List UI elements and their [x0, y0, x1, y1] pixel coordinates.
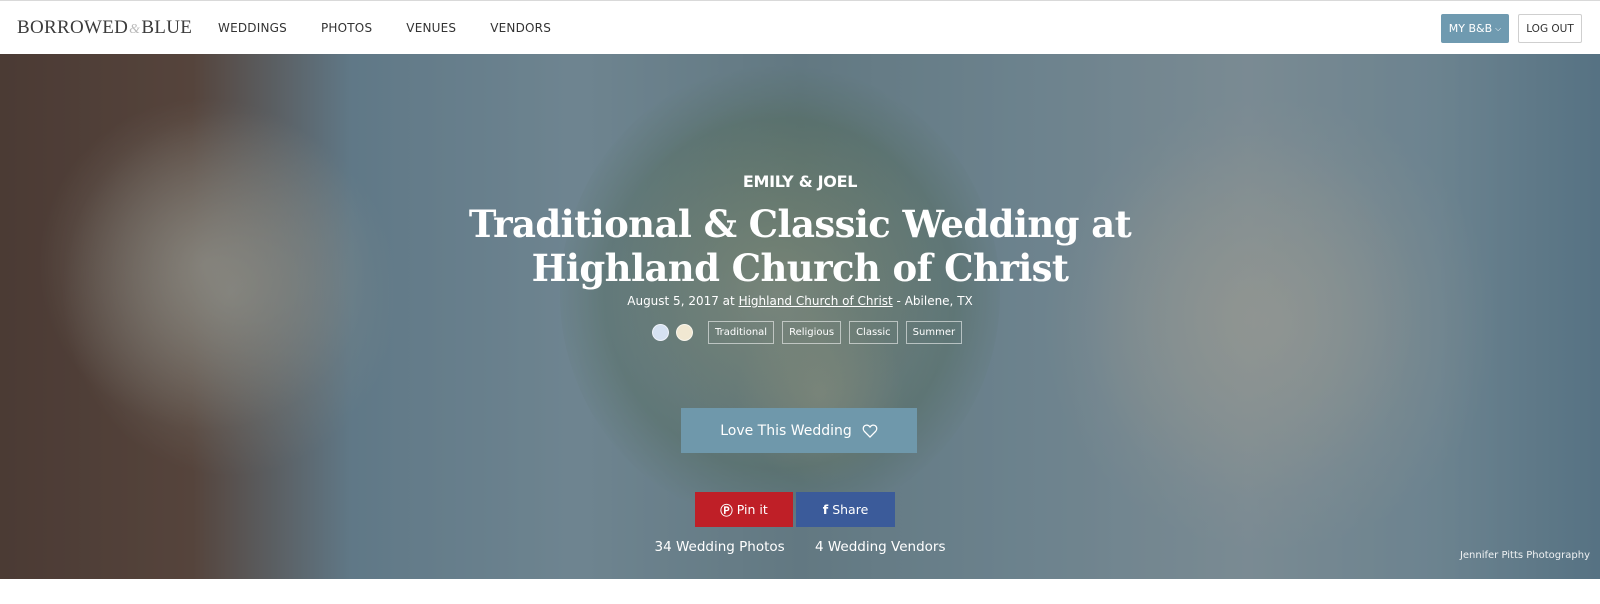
wedding-date: August 5, 2017 at	[627, 294, 735, 308]
my-bb-dropdown-button[interactable]: MY B&B ⌵	[1441, 14, 1509, 43]
color-swatch-2[interactable]	[676, 324, 693, 341]
venue-link[interactable]: Highland Church of Christ	[739, 294, 893, 308]
photos-count-link[interactable]: 34 Wedding Photos	[655, 539, 785, 555]
heart-icon	[862, 423, 878, 438]
wedding-title: Traditional & Classic Wedding at Highlan…	[468, 202, 1132, 290]
facebook-share-button[interactable]: f Share	[796, 492, 895, 527]
my-bb-label: MY B&B	[1448, 22, 1493, 35]
tag-religious[interactable]: Religious	[782, 321, 842, 344]
photo-credit[interactable]: Jennifer Pitts Photography	[1460, 550, 1590, 561]
logo-text-left: BORROWED	[17, 17, 129, 38]
pin-it-button[interactable]: Ⓟ Pin it	[695, 492, 793, 527]
logout-button[interactable]: LOG OUT	[1518, 14, 1582, 43]
tag-classic[interactable]: Classic	[849, 321, 898, 344]
nav-photos[interactable]: PHOTOS	[321, 21, 372, 35]
main-nav: WEDDINGS PHOTOS VENUES VENDORS	[218, 21, 585, 35]
share-label: Share	[832, 502, 869, 517]
wedding-meta: August 5, 2017 at Highland Church of Chr…	[0, 294, 1600, 308]
site-logo[interactable]: BORROWED&BLUE	[17, 17, 192, 39]
tag-traditional[interactable]: Traditional	[708, 321, 775, 344]
love-wedding-label: Love This Wedding	[720, 422, 852, 439]
pin-it-label: Pin it	[736, 502, 768, 517]
tag-summer[interactable]: Summer	[905, 321, 963, 344]
vendors-count-link[interactable]: 4 Wedding Vendors	[815, 539, 946, 555]
nav-weddings[interactable]: WEDDINGS	[218, 21, 287, 35]
site-header: BORROWED&BLUE WEDDINGS PHOTOS VENUES VEN…	[0, 1, 1600, 54]
pinterest-icon: Ⓟ	[720, 503, 733, 518]
logo-text-right: BLUE	[141, 17, 193, 38]
chevron-down-icon: ⌵	[1495, 23, 1502, 33]
nav-vendors[interactable]: VENDORS	[490, 21, 551, 35]
hero-banner: EMILY & JOEL Traditional & Classic Weddi…	[0, 54, 1600, 579]
love-wedding-button[interactable]: Love This Wedding	[681, 408, 917, 453]
wedding-location: - Abilene, TX	[892, 294, 973, 308]
color-swatch-1[interactable]	[652, 324, 669, 341]
facebook-icon: f	[822, 502, 829, 517]
couple-names: EMILY & JOEL	[742, 172, 858, 191]
nav-venues[interactable]: VENUES	[406, 21, 456, 35]
wedding-counts: 34 Wedding Photos 4 Wedding Vendors	[0, 539, 1600, 555]
hero-content: EMILY & JOEL Traditional & Classic Weddi…	[0, 54, 1600, 579]
logo-ampersand: &	[129, 22, 141, 37]
style-tags: Traditional Religious Classic Summer	[652, 321, 963, 344]
